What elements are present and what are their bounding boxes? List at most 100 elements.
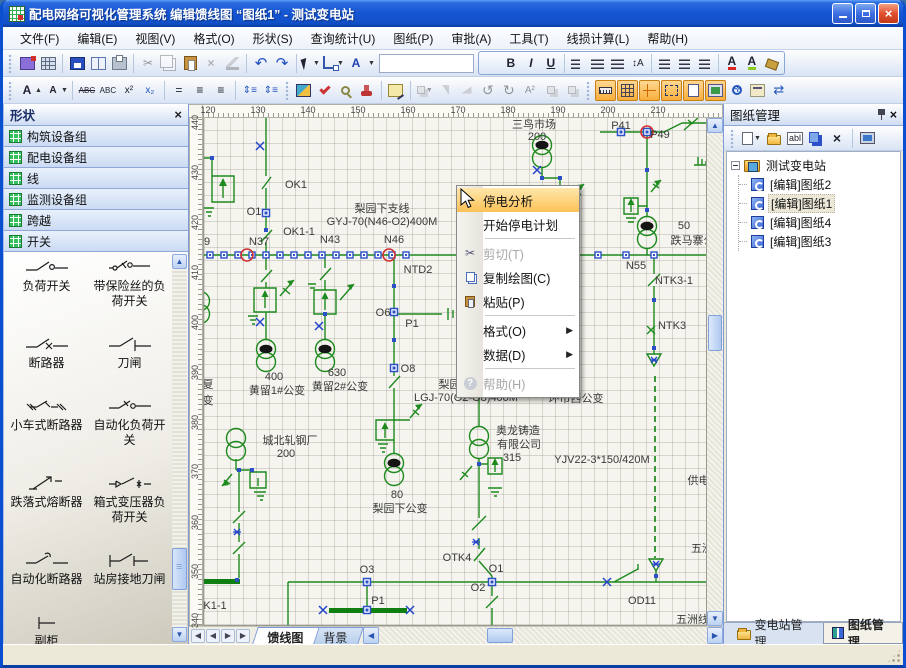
page-nav-next[interactable]: ▶: [221, 629, 235, 643]
cut-button[interactable]: ✂: [138, 53, 158, 73]
export-sheet-button[interactable]: [859, 128, 877, 148]
collapse-icon[interactable]: [731, 161, 740, 170]
vertical-text-button[interactable]: ↕A: [628, 53, 648, 73]
toolbar-grip[interactable]: [730, 129, 735, 148]
stencil-scroll-up-icon[interactable]: ▲: [172, 254, 187, 269]
shapes-panel-close-icon[interactable]: ×: [174, 107, 182, 122]
stencil-group-3[interactable]: 监测设备组: [4, 189, 188, 210]
new-sheet-button[interactable]: ▼: [741, 128, 762, 148]
toggle-page-breaks-button[interactable]: [683, 80, 704, 101]
edit-note-button[interactable]: [386, 80, 406, 100]
fill-color-button[interactable]: [762, 53, 782, 73]
copy-sheet-button[interactable]: [807, 128, 825, 148]
toolbar-grip[interactable]: [285, 81, 290, 100]
paste-button[interactable]: [180, 53, 200, 73]
toggle-guides-button[interactable]: [639, 80, 660, 101]
bold-button[interactable]: B: [501, 53, 521, 73]
context-menu-item-5[interactable]: 粘贴(P): [457, 289, 579, 313]
connector-tool-button[interactable]: ▼: [322, 53, 345, 73]
context-menu-item-8[interactable]: 数据(D)▶: [457, 342, 579, 366]
stencil-item-8[interactable]: 自动化断路器: [6, 551, 87, 587]
rotate-right-button[interactable]: ↻: [499, 80, 519, 100]
toolbar-grip[interactable]: [8, 54, 13, 73]
menu-item-8[interactable]: 工具(T): [500, 27, 557, 50]
group-button[interactable]: [541, 80, 561, 100]
align-shapes-button[interactable]: ▼: [415, 80, 435, 100]
copy-button[interactable]: [159, 53, 179, 73]
toggle-ruler-button[interactable]: [595, 80, 616, 101]
page-nav-first[interactable]: ◀: [191, 629, 205, 643]
stencil-item-6[interactable]: 跌落式熔断器: [6, 474, 87, 525]
delete-button[interactable]: ×: [201, 53, 221, 73]
align-center-button[interactable]: [588, 53, 608, 73]
menu-item-2[interactable]: 视图(V): [126, 27, 184, 50]
tree-sheet-item-1[interactable]: [编辑]图纸1: [741, 194, 898, 213]
tree-sheet-item-0[interactable]: [编辑]图纸2: [741, 175, 898, 194]
bold-button[interactable]: [481, 53, 501, 73]
stencil-item-9[interactable]: 站房接地刀闸: [89, 551, 170, 587]
page-nav-prev[interactable]: ◀: [206, 629, 220, 643]
indent-button[interactable]: [695, 53, 715, 73]
font-color-button[interactable]: A: [722, 53, 742, 73]
horizontal-scroll-thumb[interactable]: [487, 628, 513, 643]
table-button[interactable]: [38, 53, 58, 73]
toggle-selection-button[interactable]: [661, 80, 682, 101]
stencil-item-3[interactable]: 刀闸: [89, 335, 170, 371]
subscript-button[interactable]: x₂: [140, 80, 160, 100]
menu-item-4[interactable]: 形状(S): [244, 27, 302, 50]
scroll-up-icon[interactable]: ▲: [707, 118, 723, 133]
para-spacing-up-button[interactable]: ⇕≡: [240, 80, 260, 100]
preview-button[interactable]: [88, 53, 108, 73]
minimize-button[interactable]: [832, 3, 853, 24]
rotate-text-button[interactable]: A²: [520, 80, 540, 100]
sheets-panel-close-icon[interactable]: ×: [890, 108, 897, 122]
scroll-right-icon[interactable]: ▶: [707, 627, 723, 644]
stencil-group-2[interactable]: 线: [4, 168, 188, 189]
stencil-item-5[interactable]: 自动化负荷开关: [89, 397, 170, 448]
menu-item-0[interactable]: 文件(F): [11, 27, 68, 50]
properties-button[interactable]: [748, 80, 768, 100]
menu-item-1[interactable]: 编辑(E): [68, 27, 126, 50]
grow-font-button[interactable]: A: [17, 80, 37, 100]
scroll-down-icon[interactable]: ▼: [707, 611, 723, 626]
toolbar-grip[interactable]: [8, 81, 13, 100]
format-brush-button[interactable]: [222, 53, 242, 73]
panel-tab-1[interactable]: 图纸管理: [823, 623, 903, 644]
drawing-canvas[interactable]: 三鸟市场200P41P49OK1O1OK1-1N37N43N46梨园下支线GYJ…: [203, 118, 707, 626]
open-sheet-button[interactable]: [765, 128, 783, 148]
scroll-left-icon[interactable]: ◀: [363, 627, 379, 644]
tree-sheet-item-2[interactable]: [编辑]图纸4: [741, 213, 898, 232]
stencil-group-0[interactable]: 构筑设备组: [4, 126, 188, 147]
underline-button[interactable]: U: [541, 53, 561, 73]
pan-zoom-button[interactable]: [727, 80, 747, 100]
page-nav-last[interactable]: ▶: [236, 629, 250, 643]
stencil-item-0[interactable]: 负荷开关: [6, 258, 87, 309]
approve-check-button[interactable]: [315, 80, 335, 100]
flip-horizontal-button[interactable]: [436, 80, 456, 100]
ungroup-button[interactable]: [562, 80, 582, 100]
new-diagram-button[interactable]: [17, 53, 37, 73]
stamp-button[interactable]: [357, 80, 377, 100]
stencil-item-10[interactable]: 副柜: [6, 613, 87, 644]
menu-item-3[interactable]: 格式(O): [184, 27, 243, 50]
redo-button[interactable]: ↷: [272, 53, 292, 73]
context-menu-item-1[interactable]: 开始停电计划: [457, 212, 579, 236]
tree-sheet-item-3[interactable]: [编辑]图纸3: [741, 232, 898, 251]
rename-sheet-button[interactable]: abl: [786, 128, 804, 148]
menu-item-6[interactable]: 图纸(P): [384, 27, 442, 50]
italic-button[interactable]: I: [521, 53, 541, 73]
print-button[interactable]: [109, 53, 129, 73]
search-doc-button[interactable]: [336, 80, 356, 100]
toggle-screen-button[interactable]: [705, 80, 726, 101]
line-spacing-3-button[interactable]: ≡: [211, 80, 231, 100]
context-menu-item-3[interactable]: ✂剪切(T): [457, 241, 579, 265]
stencil-item-4[interactable]: 小车式断路器: [6, 397, 87, 448]
font-combo[interactable]: [379, 54, 474, 73]
stencil-scroll-thumb[interactable]: [172, 548, 187, 590]
superscript-button[interactable]: x²: [119, 80, 139, 100]
context-menu-item-10[interactable]: ?帮助(H): [457, 371, 579, 395]
horizontal-scrollbar[interactable]: ◀ ▶: [363, 627, 723, 644]
close-button[interactable]: ×: [878, 3, 899, 24]
pin-icon[interactable]: [877, 109, 886, 120]
connect-shapes-button[interactable]: ⇄: [769, 80, 789, 100]
